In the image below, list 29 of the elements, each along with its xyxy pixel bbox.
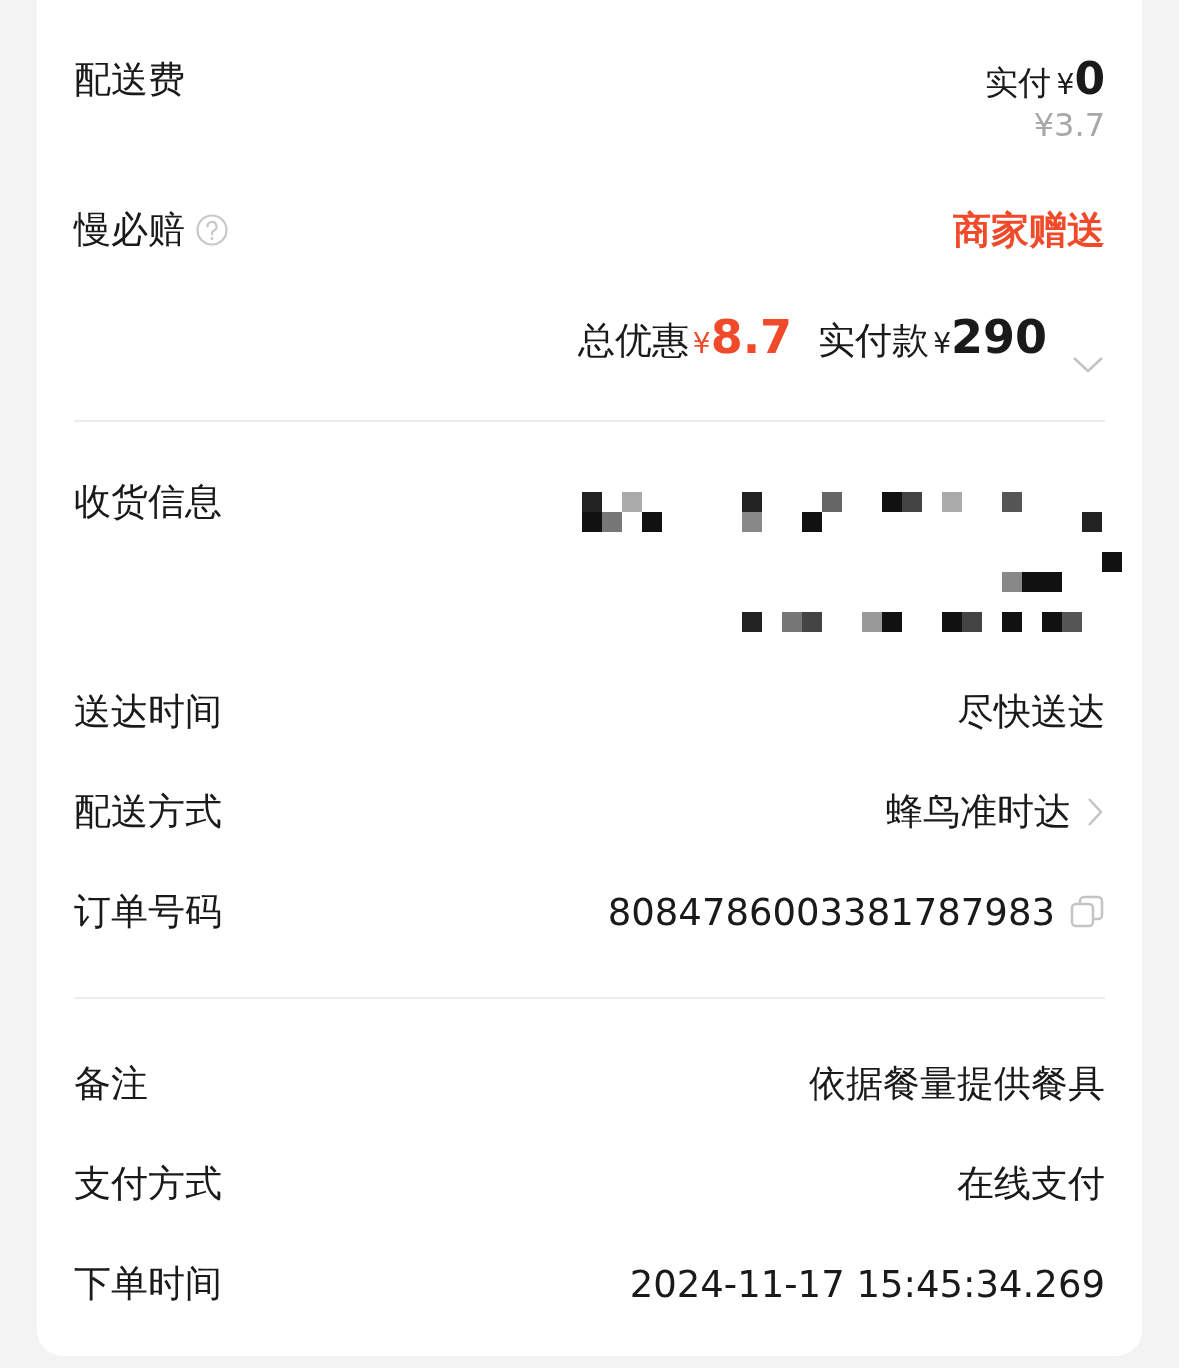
row-value: 蜂鸟准时达 [886, 789, 1071, 835]
currency-symbol: ¥ [933, 327, 951, 360]
row-value: 在线支付 [957, 1161, 1105, 1207]
row-value: 2024-11-17 15:45:34.269 [629, 1262, 1105, 1306]
gift-label: 商家赠送 [953, 206, 1105, 254]
row-value: 8084786003381787983 [607, 890, 1055, 934]
row-value: 依据餐量提供餐具 [809, 1061, 1105, 1107]
row-label: 配送方式 [74, 789, 222, 835]
paid-amount: 0 [1074, 53, 1105, 104]
row-label: 慢必赔 [74, 207, 185, 253]
row-label: 配送费 [74, 57, 185, 103]
row-label: 下单时间 [74, 1261, 222, 1307]
currency-symbol: ¥ [692, 327, 711, 360]
row-label: 订单号码 [74, 889, 222, 935]
row-value: 尽快送达 [957, 689, 1105, 735]
row-label: 备注 [74, 1061, 148, 1107]
chevron-down-icon[interactable] [1071, 355, 1105, 375]
paid-label: 实付 [984, 62, 1051, 104]
help-icon[interactable] [195, 213, 229, 247]
row-label: 收货信息 [74, 479, 222, 525]
copy-icon[interactable] [1069, 894, 1105, 930]
row-label: 支付方式 [74, 1161, 222, 1207]
paid-label: 实付款 [818, 318, 930, 364]
row-label: 送达时间 [74, 689, 222, 735]
currency-symbol: ¥ [1056, 68, 1075, 101]
discount-label: 总优惠 [577, 318, 689, 364]
original-price: ¥3.7 [1033, 106, 1105, 144]
paid-amount: 290 [950, 310, 1047, 364]
discount-amount: 8.7 [710, 310, 793, 364]
